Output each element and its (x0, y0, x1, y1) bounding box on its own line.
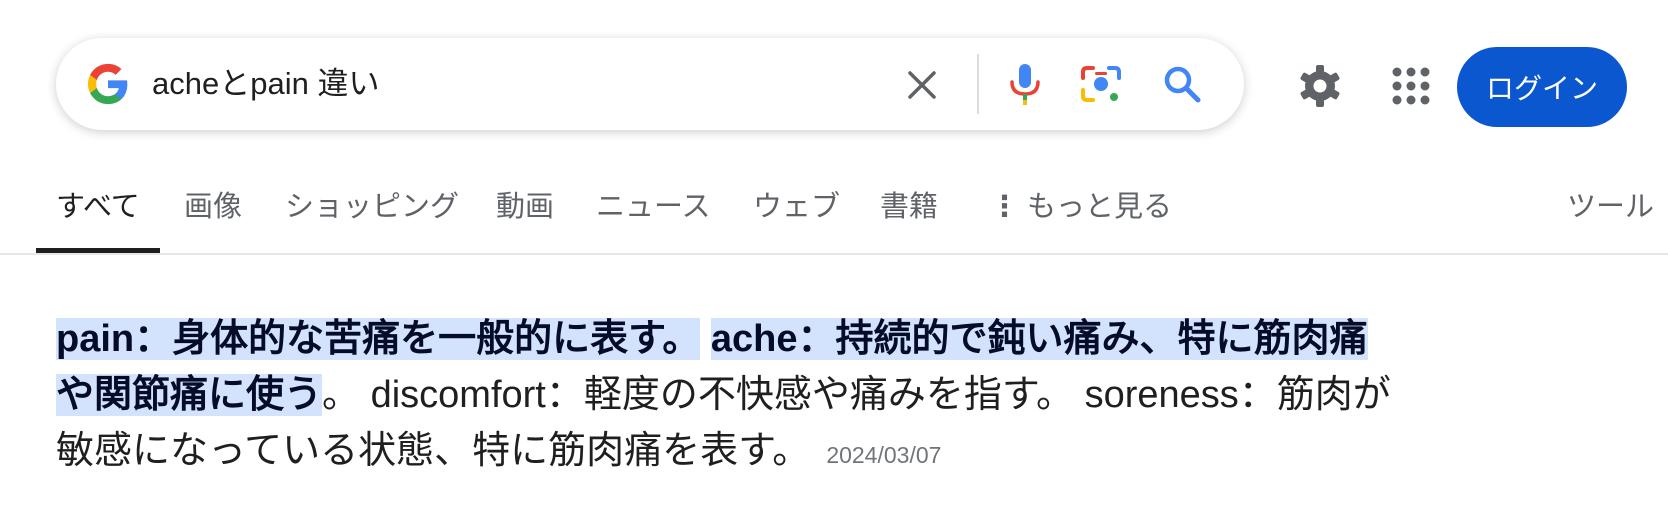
snippet-highlight-pain: pain：身体的な苦痛を一般的に表す。 (56, 318, 701, 360)
featured-snippet: pain：身体的な苦痛を一般的に表す。 ache：持続的で鈍い痛み、特に筋肉痛や… (56, 311, 1396, 483)
microphone-icon[interactable] (1001, 60, 1049, 108)
tab-images[interactable]: 画像 (184, 178, 242, 254)
tab-web[interactable]: ウェブ (753, 178, 840, 254)
tab-all[interactable]: すべて (56, 178, 140, 254)
google-g-icon (87, 63, 128, 105)
search-input[interactable]: acheとpain 違い (152, 38, 379, 130)
tab-videos[interactable]: 動画 (496, 178, 554, 254)
more-vert-icon: ⋮ (990, 191, 1019, 223)
login-button[interactable]: ログイン (1457, 47, 1627, 127)
search-divider (977, 54, 979, 114)
tab-news[interactable]: ニュース (596, 178, 711, 254)
apps-grid-icon[interactable] (1389, 64, 1433, 108)
tab-books[interactable]: 書籍 (880, 178, 938, 254)
search-tabs: すべて 画像 ショッピング 動画 ニュース ウェブ 書籍 ⋮ もっと見る ツール (0, 178, 1668, 254)
snippet-date: 2024/03/07 (826, 442, 942, 468)
tab-shopping[interactable]: ショッピング (285, 178, 459, 254)
tab-more-label: もっと見る (1027, 191, 1173, 223)
tab-more[interactable]: ⋮ もっと見る (990, 178, 1172, 254)
search-icon[interactable] (1160, 62, 1204, 106)
search-bar: acheとpain 違い (56, 38, 1244, 130)
gear-icon[interactable] (1296, 62, 1344, 110)
tab-tools[interactable]: ツール (1567, 178, 1654, 254)
camera-lens-icon[interactable] (1079, 62, 1123, 106)
tabs-divider (0, 253, 1668, 255)
close-icon[interactable] (902, 65, 942, 105)
